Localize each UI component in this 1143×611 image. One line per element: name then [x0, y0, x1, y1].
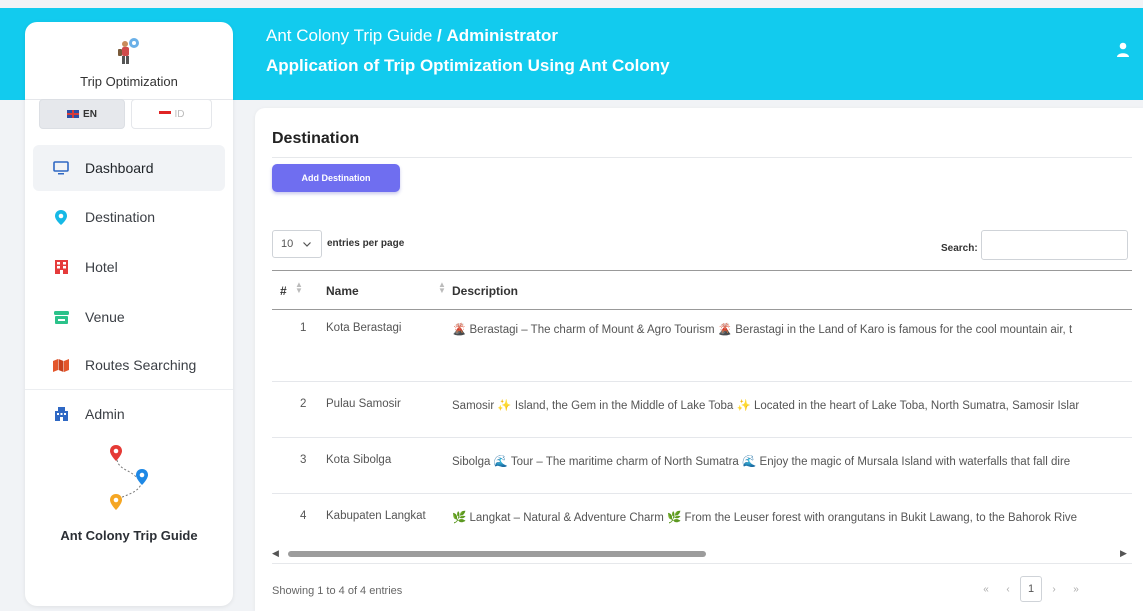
- language-en-button[interactable]: EN: [39, 99, 125, 129]
- app-name: Ant Colony Trip Guide: [266, 26, 433, 45]
- page-1-button[interactable]: 1: [1020, 576, 1042, 602]
- sidebar-item-hotel[interactable]: Hotel: [33, 244, 225, 290]
- breadcrumb-separator: /: [437, 26, 442, 45]
- user-icon[interactable]: [1116, 42, 1130, 58]
- table-header: # ▲ ▼ Name ▲ ▼ Description: [272, 270, 1132, 310]
- entries-info: Showing 1 to 4 of 4 entries: [272, 585, 403, 597]
- previous-page-button[interactable]: ‹: [998, 584, 1018, 595]
- first-page-button[interactable]: «: [976, 584, 996, 595]
- last-page-button[interactable]: »: [1066, 584, 1086, 595]
- search-input[interactable]: [981, 230, 1128, 260]
- sidebar-footer-brand: Ant Colony Trip Guide: [60, 528, 198, 543]
- sidebar-item-label: Admin: [85, 406, 125, 422]
- footer-divider: [272, 563, 1132, 564]
- entries-per-page-select[interactable]: 10: [272, 230, 322, 258]
- id-flag-icon: [158, 111, 171, 117]
- page-title: Destination: [272, 130, 360, 147]
- sidebar-divider: [25, 389, 233, 390]
- scroll-left-icon[interactable]: ◀: [272, 548, 279, 559]
- row-name: Kabupaten Langkat: [326, 510, 426, 522]
- hotel-icon: [51, 257, 71, 277]
- traveler-logo-icon: [118, 38, 139, 64]
- row-number: 1: [300, 322, 307, 334]
- horizontal-scrollbar[interactable]: ◀ ▶: [272, 548, 1132, 560]
- sidebar-item-label: Routes Searching: [85, 357, 197, 373]
- column-header-name[interactable]: Name: [326, 284, 359, 298]
- sidebar-item-label: Destination: [85, 209, 156, 225]
- sidebar-brand: Trip Optimization: [80, 74, 178, 89]
- sidebar-item-dashboard[interactable]: Dashboard: [33, 145, 225, 191]
- monitor-icon: [51, 158, 71, 178]
- language-id-button[interactable]: ID: [131, 99, 212, 129]
- breadcrumb: Ant Colony Trip Guide / Administrator: [266, 26, 558, 46]
- pagination: « ‹ 1 › »: [976, 576, 1086, 602]
- column-header-number[interactable]: #: [280, 284, 287, 298]
- admin-icon: [51, 404, 71, 424]
- language-id-label: ID: [174, 108, 185, 120]
- search-label: Search:: [941, 243, 978, 254]
- row-name: Pulau Samosir: [326, 398, 401, 410]
- row-number: 4: [300, 510, 307, 522]
- destination-card: Destination Add Destination 10 entries p…: [255, 108, 1143, 611]
- row-description: 🌿 Langkat – Natural & Adventure Charm 🌿 …: [452, 512, 1078, 524]
- sidebar-item-venue[interactable]: Venue: [33, 294, 225, 340]
- entries-per-page-label: entries per page: [327, 238, 405, 249]
- table-row[interactable]: 2 Pulau Samosir Samosir ✨ Island, the Ge…: [272, 382, 1132, 438]
- title-divider: [272, 157, 1132, 158]
- uk-flag-icon: [67, 110, 80, 118]
- scrollbar-thumb[interactable]: [288, 551, 706, 557]
- sidebar-item-label: Hotel: [85, 259, 118, 275]
- table-row[interactable]: 1 Kota Berastagi 🌋 Berastagi – The charm…: [272, 310, 1132, 382]
- row-number: 3: [300, 454, 307, 466]
- sidebar-item-label: Venue: [85, 309, 125, 325]
- breadcrumb-role: Administrator: [446, 26, 558, 45]
- row-description: Sibolga 🌊 Tour – The maritime charm of N…: [452, 456, 1071, 468]
- scroll-right-icon[interactable]: ▶: [1120, 548, 1127, 559]
- route-pins-icon: [110, 445, 148, 510]
- sidebar-item-destination[interactable]: Destination: [33, 194, 225, 240]
- sort-icon[interactable]: ▲ ▼: [295, 281, 303, 295]
- sort-icon[interactable]: ▲ ▼: [438, 281, 446, 295]
- entries-per-page-value: 10: [281, 238, 294, 250]
- add-destination-button[interactable]: Add Destination: [272, 164, 400, 192]
- location-pin-icon: [51, 207, 71, 227]
- row-name: Kota Berastagi: [326, 322, 402, 334]
- sidebar-item-label: Dashboard: [85, 160, 154, 176]
- row-number: 2: [300, 398, 307, 410]
- map-icon: [51, 355, 71, 375]
- next-page-button[interactable]: ›: [1044, 584, 1064, 595]
- table-row[interactable]: 4 Kabupaten Langkat 🌿 Langkat – Natural …: [272, 494, 1132, 550]
- table-row[interactable]: 3 Kota Sibolga Sibolga 🌊 Tour – The mari…: [272, 438, 1132, 494]
- row-description: 🌋 Berastagi – The charm of Mount & Agro …: [452, 324, 1073, 336]
- destination-table: # ▲ ▼ Name ▲ ▼ Description 1 Kota Berastag…: [272, 270, 1132, 558]
- sidebar-item-routes-searching[interactable]: Routes Searching: [33, 342, 225, 388]
- column-header-description[interactable]: Description: [452, 284, 518, 298]
- row-name: Kota Sibolga: [326, 454, 392, 466]
- language-en-label: EN: [83, 108, 97, 120]
- row-description: Samosir ✨ Island, the Gem in the Middle …: [452, 400, 1080, 412]
- chevron-down-icon: [303, 241, 312, 247]
- page-subtitle: Application of Trip Optimization Using A…: [266, 56, 670, 75]
- sidebar-logo: Trip Optimization: [25, 22, 233, 100]
- sidebar-item-admin[interactable]: Admin: [33, 391, 225, 437]
- store-icon: [51, 307, 71, 327]
